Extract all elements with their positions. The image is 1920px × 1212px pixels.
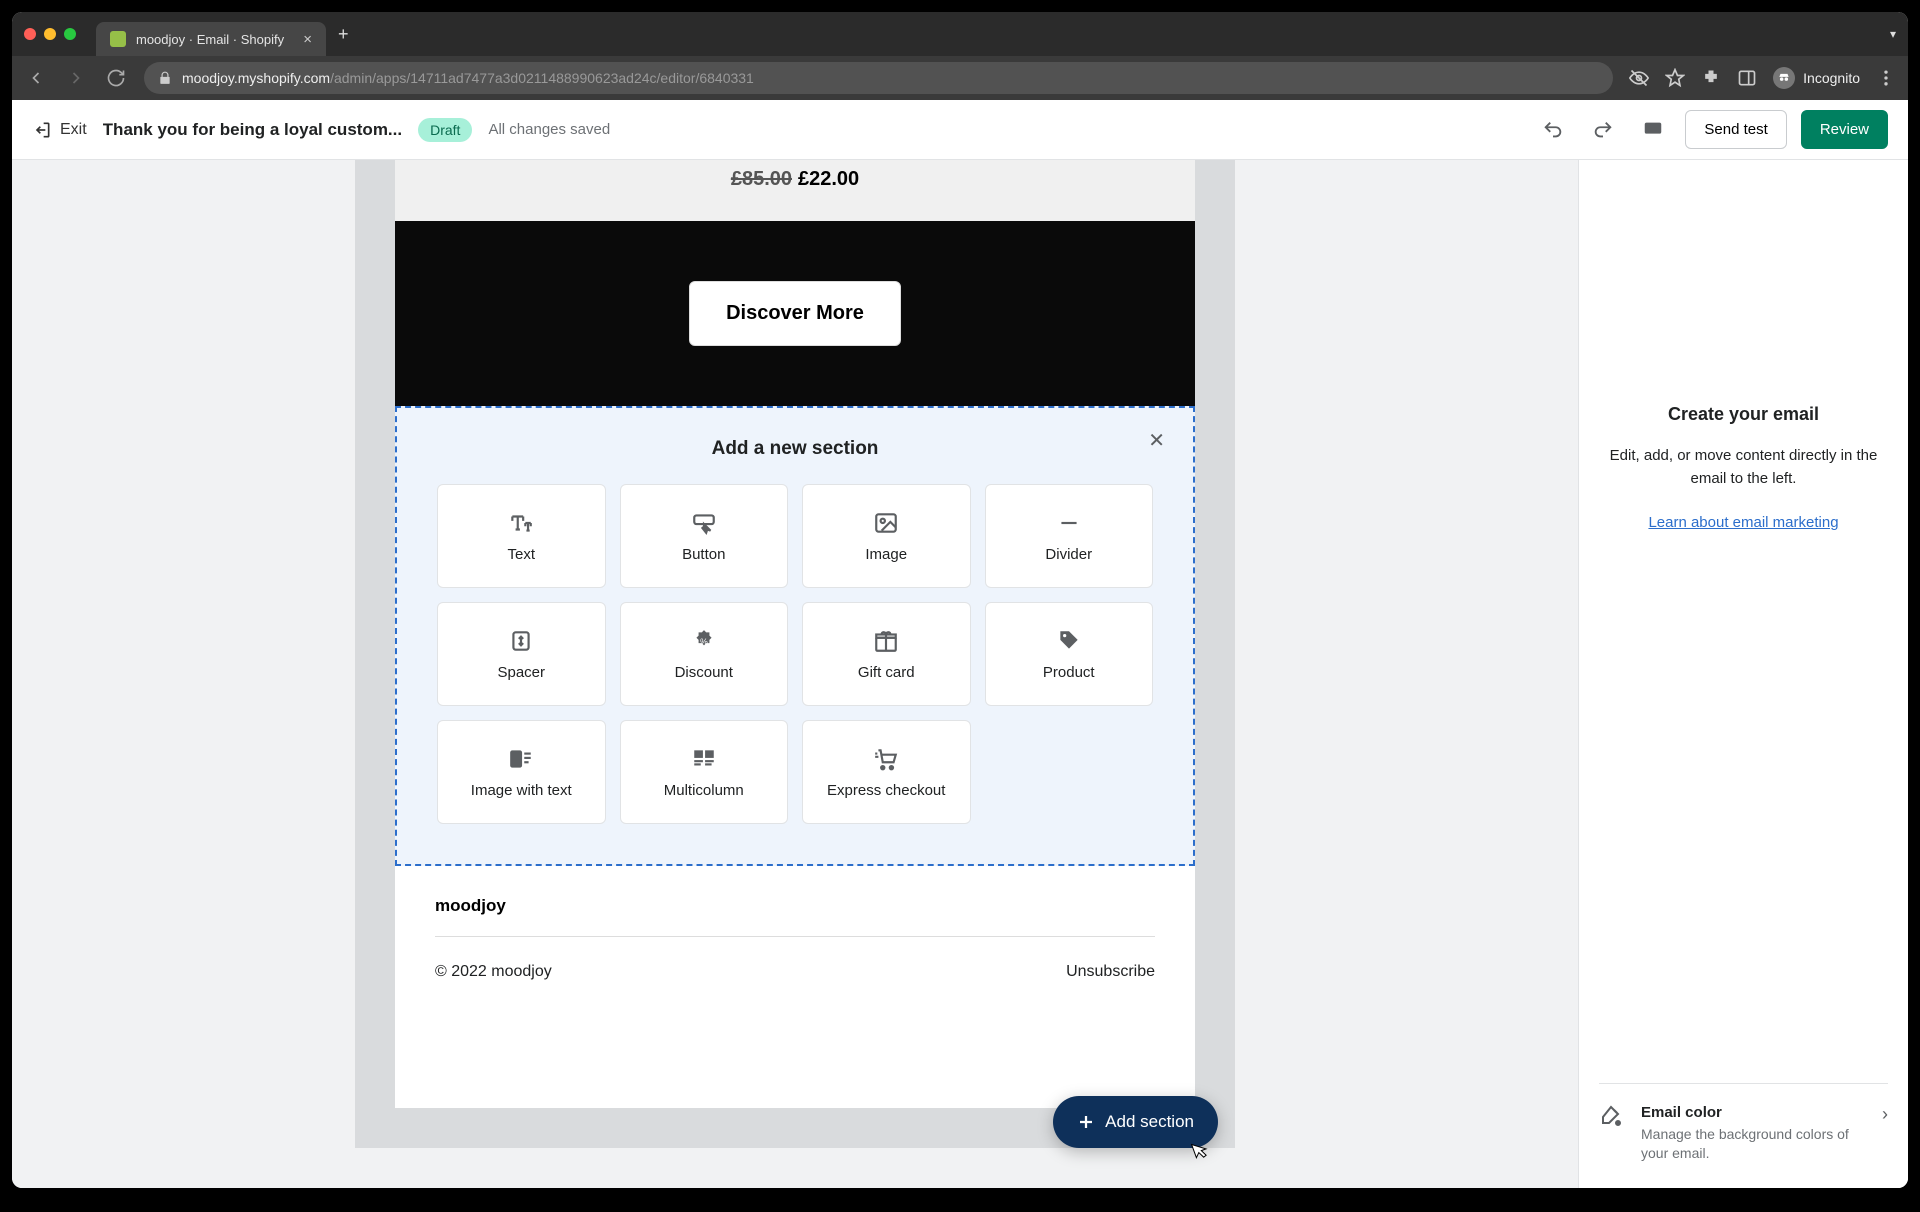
gift-icon	[873, 628, 899, 654]
forward-button[interactable]	[64, 66, 88, 90]
reload-button[interactable]	[104, 66, 128, 90]
url-bar: moodjoy.myshopify.com/admin/apps/14711ad…	[12, 56, 1908, 100]
section-option-giftcard[interactable]: Gift card	[802, 602, 971, 706]
section-option-multicolumn[interactable]: Multicolumn	[620, 720, 789, 824]
discount-icon: %	[691, 628, 717, 654]
section-option-spacer[interactable]: Spacer	[437, 602, 606, 706]
button-section[interactable]: Discover More	[395, 221, 1195, 406]
lock-icon	[158, 71, 172, 85]
url-host: moodjoy.myshopify.com	[182, 70, 330, 86]
section-option-text[interactable]: Text	[437, 484, 606, 588]
incognito-label: Incognito	[1803, 70, 1860, 86]
exit-icon	[32, 120, 52, 140]
url-input[interactable]: moodjoy.myshopify.com/admin/apps/14711ad…	[144, 62, 1613, 94]
new-tab-button[interactable]: +	[338, 24, 349, 45]
footer-divider	[435, 936, 1155, 937]
section-label: Express checkout	[827, 782, 945, 799]
section-option-divider[interactable]: Divider	[985, 484, 1154, 588]
desktop-preview-button[interactable]	[1635, 112, 1671, 148]
exit-button[interactable]: Exit	[32, 120, 87, 140]
review-button[interactable]: Review	[1801, 110, 1888, 149]
page-title: Thank you for being a loyal custom...	[103, 120, 402, 140]
right-panel: Create your email Edit, add, or move con…	[1578, 160, 1908, 1188]
button-icon	[691, 510, 717, 536]
product-icon	[1056, 628, 1082, 654]
tab-title: moodjoy · Email · Shopify	[136, 32, 284, 47]
tab-close-icon[interactable]: ×	[303, 31, 312, 48]
favicon-icon	[110, 31, 126, 47]
learn-email-marketing-link[interactable]: Learn about email marketing	[1648, 514, 1838, 531]
email-footer[interactable]: moodjoy © 2022 moodjoy Unsubscribe	[395, 866, 1195, 1021]
old-price: £85.00	[731, 168, 792, 190]
copyright: © 2022 moodjoy	[435, 963, 552, 981]
right-panel-desc: Edit, add, or move content directly in t…	[1599, 445, 1888, 490]
undo-button[interactable]	[1535, 112, 1571, 148]
eye-off-icon[interactable]	[1629, 68, 1649, 88]
section-label: Product	[1043, 664, 1095, 681]
section-label: Divider	[1045, 546, 1092, 563]
chevron-right-icon: ›	[1882, 1104, 1888, 1125]
paint-icon	[1599, 1104, 1627, 1132]
window-maximize-icon[interactable]	[64, 28, 76, 40]
save-status: All changes saved	[488, 121, 610, 138]
email-color-desc: Manage the background colors of your ema…	[1641, 1125, 1868, 1164]
browser-tab-bar: moodjoy · Email · Shopify × + ▾	[12, 12, 1908, 56]
browser-menu-icon[interactable]	[1876, 68, 1896, 88]
divider-icon	[1056, 510, 1082, 536]
add-section-button[interactable]: Add section	[1053, 1096, 1218, 1148]
section-option-discount[interactable]: % Discount	[620, 602, 789, 706]
section-label: Text	[507, 546, 535, 563]
star-icon[interactable]	[1665, 68, 1685, 88]
plus-icon	[1077, 1113, 1095, 1131]
section-option-image-with-text[interactable]: Image with text	[437, 720, 606, 824]
sidepanel-icon[interactable]	[1737, 68, 1757, 88]
text-icon	[508, 510, 534, 536]
add-section-label: Add section	[1105, 1112, 1194, 1132]
email-color-row[interactable]: Email color Manage the background colors…	[1599, 1083, 1888, 1164]
incognito-icon	[1773, 67, 1795, 89]
add-section-dropzone: ✕ Add a new section Text Button	[395, 406, 1195, 866]
back-button[interactable]	[24, 66, 48, 90]
footer-brand: moodjoy	[435, 896, 1155, 916]
window-minimize-icon[interactable]	[44, 28, 56, 40]
url-path: /admin/apps/14711ad7477a3d0211488990623a…	[330, 70, 754, 86]
section-label: Image	[865, 546, 907, 563]
app-top-bar: Exit Thank you for being a loyal custom.…	[12, 100, 1908, 160]
send-test-button[interactable]: Send test	[1685, 110, 1786, 149]
svg-text:%: %	[700, 636, 708, 646]
image-text-icon	[508, 746, 534, 772]
discover-more-button[interactable]: Discover More	[689, 281, 901, 346]
tabs-menu-icon[interactable]: ▾	[1890, 27, 1896, 41]
section-option-button[interactable]: Button	[620, 484, 789, 588]
section-option-image[interactable]: Image	[802, 484, 971, 588]
email-preview[interactable]: A simple mug £85.00£22.00 Discover More …	[395, 160, 1195, 1108]
spacer-icon	[508, 628, 534, 654]
draft-badge: Draft	[418, 118, 472, 142]
new-price: £22.00	[798, 168, 859, 190]
right-panel-title: Create your email	[1599, 404, 1888, 425]
section-label: Gift card	[858, 664, 915, 681]
section-label: Image with text	[471, 782, 572, 799]
dropzone-close-button[interactable]: ✕	[1148, 428, 1165, 453]
section-label: Button	[682, 546, 725, 563]
section-label: Multicolumn	[664, 782, 744, 799]
dropzone-title: Add a new section	[437, 438, 1153, 460]
incognito-indicator[interactable]: Incognito	[1773, 67, 1860, 89]
multicolumn-icon	[691, 746, 717, 772]
window-close-icon[interactable]	[24, 28, 36, 40]
browser-tab[interactable]: moodjoy · Email · Shopify ×	[96, 22, 326, 56]
email-color-title: Email color	[1641, 1104, 1868, 1121]
section-label: Discount	[675, 664, 733, 681]
section-option-express-checkout[interactable]: Express checkout	[802, 720, 971, 824]
section-label: Spacer	[497, 664, 545, 681]
unsubscribe-link[interactable]: Unsubscribe	[1066, 963, 1155, 981]
product-section[interactable]: A simple mug £85.00£22.00	[395, 160, 1195, 221]
extensions-icon[interactable]	[1701, 68, 1721, 88]
exit-label: Exit	[60, 121, 87, 139]
image-icon	[873, 510, 899, 536]
section-option-product[interactable]: Product	[985, 602, 1154, 706]
express-checkout-icon	[873, 746, 899, 772]
redo-button[interactable]	[1585, 112, 1621, 148]
